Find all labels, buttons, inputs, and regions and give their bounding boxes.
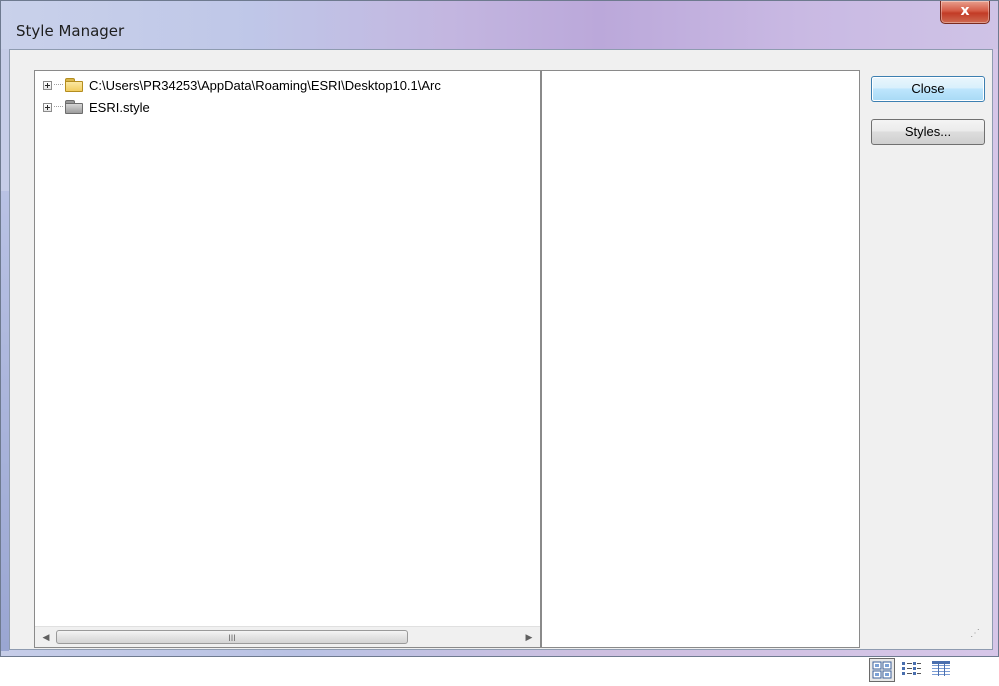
thumb-grip-icon: III xyxy=(228,633,236,643)
expand-plus-icon[interactable] xyxy=(43,80,52,90)
tree-item-label: ESRI.style xyxy=(89,99,150,115)
tree-item-user-styles-folder[interactable]: C:\Users\PR34253\AppData\Roaming\ESRI\De… xyxy=(43,76,441,94)
scroll-right-arrow-icon[interactable]: ▶ xyxy=(520,627,538,647)
expand-plus-icon[interactable] xyxy=(43,102,52,112)
window-close-button[interactable]: x xyxy=(940,1,990,24)
title-bar[interactable]: Style Manager x xyxy=(1,1,998,49)
folder-icon xyxy=(65,78,83,92)
style-tree-pane[interactable]: C:\Users\PR34253\AppData\Roaming\ESRI\De… xyxy=(34,70,541,648)
styles-button[interactable]: Styles... xyxy=(871,119,985,145)
window-frame-edge xyxy=(1,191,9,651)
details-view-icon[interactable] xyxy=(929,658,955,682)
scroll-left-arrow-icon[interactable]: ◀ xyxy=(37,627,55,647)
large-icons-view-icon[interactable] xyxy=(869,658,895,682)
tree-connector xyxy=(54,106,63,108)
style-folder-icon xyxy=(65,100,83,114)
style-contents-pane[interactable] xyxy=(541,70,860,648)
style-manager-window: Style Manager x C:\Users\PR34253\AppData… xyxy=(0,0,999,682)
horizontal-scrollbar[interactable]: ◀ III ▶ xyxy=(35,626,540,647)
dialog-client-area: C:\Users\PR34253\AppData\Roaming\ESRI\De… xyxy=(9,49,993,682)
scrollbar-thumb[interactable]: III xyxy=(56,630,408,644)
close-button[interactable]: Close xyxy=(871,76,985,102)
list-view-icon[interactable] xyxy=(899,658,925,682)
tree-connector xyxy=(54,84,63,86)
tree-item-esri-style[interactable]: ESRI.style xyxy=(43,98,150,116)
window-title: Style Manager xyxy=(16,22,125,40)
resize-grip-icon[interactable]: ⋰ xyxy=(970,628,980,639)
view-mode-toolbar xyxy=(869,658,959,682)
tree-item-label: C:\Users\PR34253\AppData\Roaming\ESRI\De… xyxy=(89,77,441,93)
